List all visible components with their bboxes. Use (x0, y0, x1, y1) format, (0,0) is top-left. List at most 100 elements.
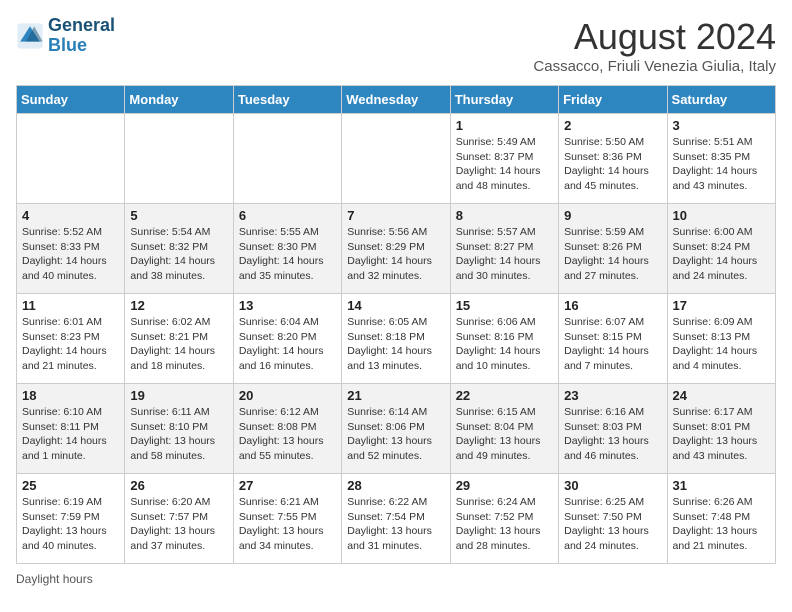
day-info: Sunrise: 6:09 AMSunset: 8:13 PMDaylight:… (673, 315, 770, 374)
day-info: Sunrise: 6:04 AMSunset: 8:20 PMDaylight:… (239, 315, 336, 374)
day-info: Sunrise: 5:52 AMSunset: 8:33 PMDaylight:… (22, 225, 119, 284)
day-number: 25 (22, 478, 119, 493)
day-info: Sunrise: 6:24 AMSunset: 7:52 PMDaylight:… (456, 495, 553, 554)
calendar-cell: 14 Sunrise: 6:05 AMSunset: 8:18 PMDayligh… (342, 294, 450, 384)
day-info: Sunrise: 6:21 AMSunset: 7:55 PMDaylight:… (239, 495, 336, 554)
calendar-cell: 21 Sunrise: 6:14 AMSunset: 8:06 PMDayligh… (342, 384, 450, 474)
calendar-cell: 5 Sunrise: 5:54 AMSunset: 8:32 PMDaylight… (125, 204, 233, 294)
calendar-cell: 13 Sunrise: 6:04 AMSunset: 8:20 PMDayligh… (233, 294, 341, 384)
calendar-day-header: Friday (559, 86, 667, 114)
month-title: August 2024 (533, 16, 776, 58)
calendar-cell: 10 Sunrise: 6:00 AMSunset: 8:24 PMDayligh… (667, 204, 775, 294)
calendar-cell (17, 114, 125, 204)
logo-text: General Blue (48, 16, 115, 56)
calendar-cell: 1 Sunrise: 5:49 AMSunset: 8:37 PMDaylight… (450, 114, 558, 204)
day-info: Sunrise: 6:07 AMSunset: 8:15 PMDaylight:… (564, 315, 661, 374)
day-number: 24 (673, 388, 770, 403)
day-info: Sunrise: 6:02 AMSunset: 8:21 PMDaylight:… (130, 315, 227, 374)
calendar-day-header: Thursday (450, 86, 558, 114)
calendar-cell: 31Sunrise: 6:26 AMSunset: 7:48 PMDayligh… (667, 474, 775, 564)
calendar-cell: 15Sunrise: 6:06 AMSunset: 8:16 PMDayligh… (450, 294, 558, 384)
logo-icon (16, 22, 44, 50)
day-number: 8 (456, 208, 553, 223)
day-number: 21 (347, 388, 444, 403)
calendar-cell: 28Sunrise: 6:22 AMSunset: 7:54 PMDayligh… (342, 474, 450, 564)
day-number: 26 (130, 478, 227, 493)
calendar-cell: 8 Sunrise: 5:57 AMSunset: 8:27 PMDaylight… (450, 204, 558, 294)
day-number: 13 (239, 298, 336, 313)
day-info: Sunrise: 6:12 AMSunset: 8:08 PMDaylight:… (239, 405, 336, 464)
day-info: Sunrise: 6:10 AMSunset: 8:11 PMDaylight:… (22, 405, 119, 464)
location-subtitle: Cassacco, Friuli Venezia Giulia, Italy (533, 58, 776, 75)
day-info: Sunrise: 5:51 AMSunset: 8:35 PMDaylight:… (673, 135, 770, 194)
calendar-cell: 3 Sunrise: 5:51 AMSunset: 8:35 PMDaylight… (667, 114, 775, 204)
day-number: 18 (22, 388, 119, 403)
day-info: Sunrise: 6:20 AMSunset: 7:57 PMDaylight:… (130, 495, 227, 554)
day-number: 30 (564, 478, 661, 493)
calendar-cell: 25 Sunrise: 6:19 AMSunset: 7:59 PMDayligh… (17, 474, 125, 564)
day-number: 27 (239, 478, 336, 493)
day-number: 5 (130, 208, 227, 223)
day-number: 23 (564, 388, 661, 403)
day-info: Sunrise: 5:54 AMSunset: 8:32 PMDaylight:… (130, 225, 227, 284)
calendar-week-row: 25 Sunrise: 6:19 AMSunset: 7:59 PMDayligh… (17, 474, 776, 564)
day-number: 10 (673, 208, 770, 223)
calendar-cell: 6 Sunrise: 5:55 AMSunset: 8:30 PMDaylight… (233, 204, 341, 294)
calendar-cell: 18 Sunrise: 6:10 AMSunset: 8:11 PMDayligh… (17, 384, 125, 474)
calendar-cell: 7 Sunrise: 5:56 AMSunset: 8:29 PMDaylight… (342, 204, 450, 294)
day-number: 19 (130, 388, 227, 403)
day-info: Sunrise: 5:57 AMSunset: 8:27 PMDaylight:… (456, 225, 553, 284)
calendar-cell (233, 114, 341, 204)
day-number: 20 (239, 388, 336, 403)
day-info: Sunrise: 6:25 AMSunset: 7:50 PMDaylight:… (564, 495, 661, 554)
logo: General Blue (16, 16, 115, 56)
day-info: Sunrise: 6:15 AMSunset: 8:04 PMDaylight:… (456, 405, 553, 464)
calendar-cell: 24Sunrise: 6:17 AMSunset: 8:01 PMDayligh… (667, 384, 775, 474)
day-number: 7 (347, 208, 444, 223)
calendar-day-header: Wednesday (342, 86, 450, 114)
calendar-week-row: 11Sunrise: 6:01 AMSunset: 8:23 PMDayligh… (17, 294, 776, 384)
calendar-cell: 30 Sunrise: 6:25 AMSunset: 7:50 PMDayligh… (559, 474, 667, 564)
day-number: 9 (564, 208, 661, 223)
calendar-week-row: 18 Sunrise: 6:10 AMSunset: 8:11 PMDayligh… (17, 384, 776, 474)
day-number: 6 (239, 208, 336, 223)
day-info: Sunrise: 6:16 AMSunset: 8:03 PMDaylight:… (564, 405, 661, 464)
day-number: 3 (673, 118, 770, 133)
day-number: 2 (564, 118, 661, 133)
calendar-cell: 20 Sunrise: 6:12 AMSunset: 8:08 PMDayligh… (233, 384, 341, 474)
day-number: 28 (347, 478, 444, 493)
calendar-cell: 16 Sunrise: 6:07 AMSunset: 8:15 PMDayligh… (559, 294, 667, 384)
calendar-cell: 29Sunrise: 6:24 AMSunset: 7:52 PMDayligh… (450, 474, 558, 564)
calendar-day-header: Monday (125, 86, 233, 114)
day-number: 16 (564, 298, 661, 313)
day-info: Sunrise: 6:00 AMSunset: 8:24 PMDaylight:… (673, 225, 770, 284)
day-info: Sunrise: 6:05 AMSunset: 8:18 PMDaylight:… (347, 315, 444, 374)
calendar-cell: 12Sunrise: 6:02 AMSunset: 8:21 PMDayligh… (125, 294, 233, 384)
calendar-cell: 17 Sunrise: 6:09 AMSunset: 8:13 PMDayligh… (667, 294, 775, 384)
calendar-cell: 9Sunrise: 5:59 AMSunset: 8:26 PMDaylight… (559, 204, 667, 294)
legend: Daylight hours (16, 572, 776, 586)
calendar-cell: 22Sunrise: 6:15 AMSunset: 8:04 PMDayligh… (450, 384, 558, 474)
calendar-header-row: SundayMondayTuesdayWednesdayThursdayFrid… (17, 86, 776, 114)
calendar-day-header: Tuesday (233, 86, 341, 114)
calendar-cell: 23 Sunrise: 6:16 AMSunset: 8:03 PMDayligh… (559, 384, 667, 474)
day-number: 17 (673, 298, 770, 313)
day-number: 1 (456, 118, 553, 133)
day-number: 31 (673, 478, 770, 493)
day-number: 14 (347, 298, 444, 313)
calendar-cell: 11Sunrise: 6:01 AMSunset: 8:23 PMDayligh… (17, 294, 125, 384)
day-info: Sunrise: 5:49 AMSunset: 8:37 PMDaylight:… (456, 135, 553, 194)
logo-line2: Blue (48, 35, 87, 55)
calendar-table: SundayMondayTuesdayWednesdayThursdayFrid… (16, 85, 776, 564)
calendar-cell: 27 Sunrise: 6:21 AMSunset: 7:55 PMDayligh… (233, 474, 341, 564)
day-info: Sunrise: 6:19 AMSunset: 7:59 PMDaylight:… (22, 495, 119, 554)
calendar-day-header: Sunday (17, 86, 125, 114)
legend-label: Daylight hours (16, 572, 93, 586)
calendar-cell: 19Sunrise: 6:11 AMSunset: 8:10 PMDayligh… (125, 384, 233, 474)
day-number: 15 (456, 298, 553, 313)
calendar-cell (125, 114, 233, 204)
calendar-cell: 26 Sunrise: 6:20 AMSunset: 7:57 PMDayligh… (125, 474, 233, 564)
day-info: Sunrise: 5:56 AMSunset: 8:29 PMDaylight:… (347, 225, 444, 284)
day-info: Sunrise: 6:14 AMSunset: 8:06 PMDaylight:… (347, 405, 444, 464)
day-info: Sunrise: 5:55 AMSunset: 8:30 PMDaylight:… (239, 225, 336, 284)
